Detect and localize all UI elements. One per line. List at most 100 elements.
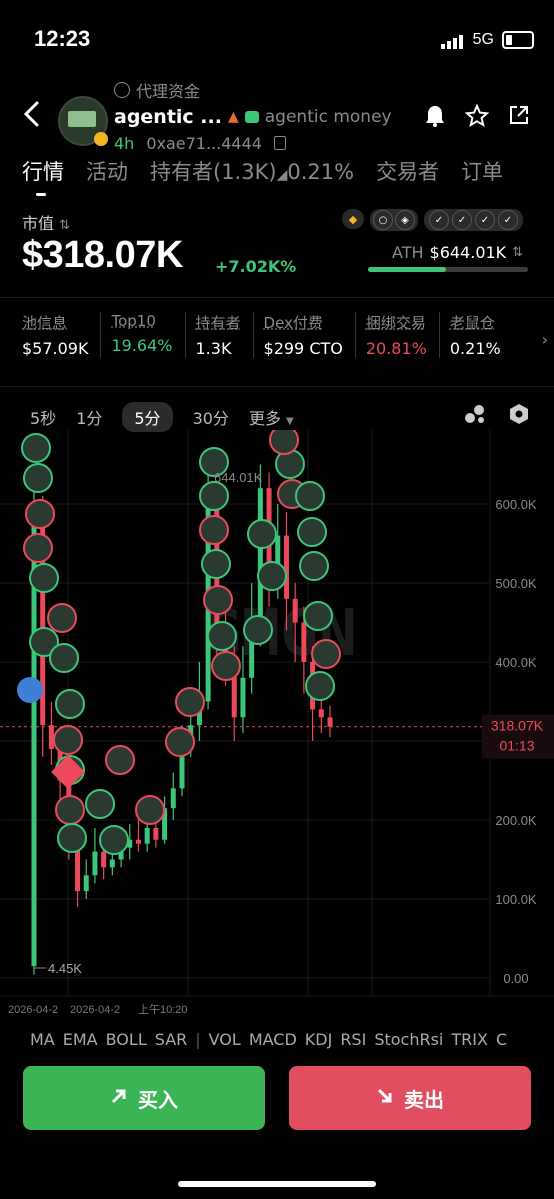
- copy-icon[interactable]: [273, 136, 286, 150]
- y-tick-label: 600.0K: [495, 497, 537, 512]
- stat-value: 0.21%: [449, 339, 501, 358]
- trade-marker-avatar: [305, 671, 335, 701]
- stat-value: 19.64%: [111, 336, 173, 355]
- market-cap-label-row[interactable]: 市值 ⇅: [22, 210, 70, 234]
- candle-body: [283, 535, 289, 599]
- check-icon: ✓: [498, 210, 518, 230]
- rat-icon: ◢: [276, 167, 288, 183]
- trade-marker-avatar: [199, 515, 229, 545]
- timeframe-30m[interactable]: 30分: [193, 405, 229, 429]
- separator: |: [195, 1030, 201, 1049]
- indicator-kdj[interactable]: KDJ: [305, 1030, 333, 1049]
- market-cap-label: 市值: [22, 214, 55, 233]
- token-name: agentic ...: [114, 106, 222, 128]
- tab-holders-label: 持有者(1.3K): [150, 160, 277, 184]
- x-tick-label: 2026-04-2: [8, 1004, 58, 1016]
- indicator-sar[interactable]: SAR: [155, 1030, 188, 1049]
- trade-marker-avatar: [165, 727, 195, 757]
- stat-pool[interactable]: 池信息 $57.09K: [22, 312, 102, 358]
- timeframe-more-label: 更多: [248, 409, 281, 428]
- ath-progress-track: [368, 267, 528, 272]
- candle-body: [301, 622, 307, 662]
- bubble-icon[interactable]: [464, 404, 486, 428]
- warning-badge-icon: ◆: [342, 209, 364, 229]
- trade-marker-avatar: [21, 433, 51, 463]
- status-indicators: 5G: [440, 30, 534, 49]
- trade-marker-avatar: [199, 481, 229, 511]
- timeframe-more[interactable]: 更多 ▼: [249, 405, 294, 429]
- buy-button[interactable]: 买入: [23, 1066, 265, 1130]
- chevron-right-icon[interactable]: ›: [542, 330, 548, 349]
- candle-body: [83, 875, 89, 892]
- indicator-boll[interactable]: BOLL: [106, 1030, 147, 1049]
- trade-marker-avatar: [55, 795, 85, 825]
- globe-icon: [114, 82, 130, 98]
- trade-marker-avatar: [85, 789, 115, 819]
- trade-marker-avatar: [247, 519, 277, 549]
- home-indicator: [178, 1181, 376, 1187]
- back-icon[interactable]: [22, 100, 42, 135]
- indicator-vol[interactable]: VOL: [209, 1030, 241, 1049]
- signal-icon: [440, 30, 465, 49]
- timeframe-1m[interactable]: 1分: [76, 405, 102, 429]
- chain-badge-icon: [94, 132, 108, 146]
- settings-icon[interactable]: [508, 403, 530, 429]
- stat-label: 老鼠仓: [449, 314, 495, 332]
- indicator-stochrsi[interactable]: StochRsi: [374, 1030, 443, 1049]
- robot-icon: [244, 111, 259, 123]
- y-tick-label: 0.00: [503, 971, 528, 986]
- timeframe-5m[interactable]: 5分: [122, 402, 173, 432]
- check-icon: ✓: [452, 210, 472, 230]
- indicator-more[interactable]: C: [496, 1030, 507, 1049]
- tab-traders[interactable]: 交易者: [376, 156, 439, 186]
- tab-activity[interactable]: 活动: [86, 156, 128, 186]
- indicator-trix[interactable]: TRIX: [451, 1030, 488, 1049]
- stat-bundle[interactable]: 捆绑交易 20.81%: [366, 312, 440, 358]
- stat-holders[interactable]: 持有者 1.3K: [196, 312, 254, 358]
- search-audit-icon: ○: [373, 210, 393, 230]
- candle-body: [101, 851, 107, 868]
- stat-top10[interactable]: Top10 19.64%: [111, 312, 186, 358]
- share-icon[interactable]: [508, 104, 530, 130]
- indicator-macd[interactable]: MACD: [249, 1030, 297, 1049]
- trade-marker-avatar: [201, 549, 231, 579]
- tab-orders[interactable]: 订单: [461, 156, 503, 186]
- ath-value: $644.01K: [429, 243, 507, 262]
- timeframe-5s[interactable]: 5秒: [30, 405, 56, 429]
- trade-marker-avatar: [23, 533, 53, 563]
- star-icon[interactable]: [464, 103, 490, 132]
- arrow-down-right-icon: [376, 1086, 394, 1110]
- y-tick-label: 400.0K: [495, 655, 537, 670]
- trade-marker-avatar: [295, 481, 325, 511]
- trade-marker-avatar: [211, 651, 241, 681]
- battery-icon: [502, 30, 534, 49]
- tab-market[interactable]: 行情: [22, 156, 64, 196]
- stat-value: $299 CTO: [263, 339, 343, 358]
- trade-marker-avatar: [47, 603, 77, 633]
- candle-body: [318, 709, 324, 718]
- indicator-ema[interactable]: EMA: [63, 1030, 98, 1049]
- trade-marker-avatar: [57, 823, 87, 853]
- indicator-ma[interactable]: MA: [30, 1030, 55, 1049]
- price-chart[interactable]: 600.0K500.0K400.0K300.0K200.0K100.0K0.00…: [0, 430, 554, 1020]
- token-address[interactable]: 0xae71...4444: [146, 134, 262, 153]
- bell-icon[interactable]: [424, 104, 446, 132]
- candle-body: [327, 717, 333, 727]
- trade-marker-avatar: [299, 551, 329, 581]
- tab-holders[interactable]: 持有者(1.3K)◢0.21%: [150, 156, 354, 186]
- indicator-rsi[interactable]: RSI: [340, 1030, 366, 1049]
- token-meta: 4h 0xae71...4444: [114, 134, 286, 153]
- stat-label: 捆绑交易: [365, 314, 426, 332]
- proxy-label: 代理资金: [136, 82, 201, 101]
- user-marker-avatar: [17, 677, 43, 703]
- tab-holders-pct: 0.21%: [287, 160, 355, 184]
- sell-button[interactable]: 卖出: [289, 1066, 531, 1130]
- risk-badges[interactable]: ◆ ○ ◈ ✓ ✓ ✓ ✓: [342, 209, 523, 231]
- x-tick-label: 上午10:20: [138, 1003, 188, 1016]
- trade-marker-avatar: [49, 643, 79, 673]
- stat-dex-paid[interactable]: Dex付费 $299 CTO: [264, 312, 356, 358]
- sell-label: 卖出: [404, 1087, 444, 1112]
- status-time: 12:23: [34, 26, 91, 51]
- stat-rat[interactable]: 老鼠仓 0.21%: [450, 312, 513, 358]
- candle-body: [292, 598, 298, 623]
